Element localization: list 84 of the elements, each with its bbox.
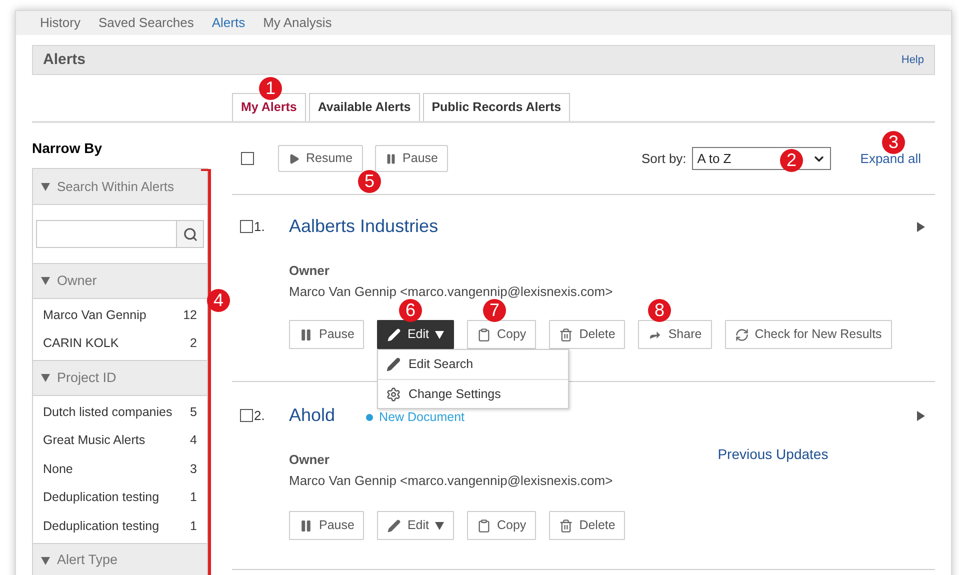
filter-group-title: Alert Type <box>57 551 118 570</box>
filter-count: 2 <box>190 335 197 352</box>
refresh-icon <box>734 328 749 342</box>
filter-item[interactable]: CARIN KOLK 2 <box>33 330 207 358</box>
filter-count: 4 <box>190 432 197 450</box>
filter-group-title: Project ID <box>57 368 116 387</box>
action-button[interactable]: Edit <box>377 511 454 540</box>
menu-item[interactable]: Edit Search <box>378 350 568 379</box>
filter-count: 1 <box>190 518 197 535</box>
action-button[interactable]: Pause <box>289 511 364 540</box>
triangle-down-icon <box>41 374 50 382</box>
action-button[interactable]: Check for New Results <box>724 320 892 349</box>
filter-item[interactable]: Great Music Alerts 4 <box>33 426 207 455</box>
filter-item[interactable]: Dutch listed companies 5 <box>33 398 207 426</box>
toolbar-button[interactable]: Resume <box>278 145 363 172</box>
pause-icon <box>384 152 397 164</box>
search-field[interactable] <box>36 220 204 248</box>
action-button[interactable]: Copy <box>467 320 536 349</box>
filter-item[interactable]: None 3 <box>33 455 207 484</box>
pencil-icon <box>386 357 402 372</box>
alert-number: 1. <box>254 218 266 236</box>
action-button[interactable]: Delete <box>549 320 626 349</box>
action-button[interactable]: Share <box>638 320 712 349</box>
action-button[interactable]: Delete <box>549 511 626 540</box>
filter-count: 5 <box>190 404 197 421</box>
caret-icon <box>435 522 444 530</box>
pause-icon <box>299 518 313 532</box>
alert-title-link[interactable]: Aalberts Industries <box>289 213 438 240</box>
trash-icon <box>559 518 574 532</box>
action-button[interactable]: Copy <box>467 511 536 540</box>
action-button[interactable]: Pause <box>289 320 364 349</box>
toolbar-button[interactable]: Pause <box>374 145 448 172</box>
nav-link[interactable]: My Analysis <box>263 13 332 33</box>
clipboard-icon <box>477 518 491 532</box>
tab[interactable]: Available Alerts <box>308 93 420 121</box>
filter-item[interactable]: Marco Van Gennip 12 <box>33 301 207 330</box>
clipboard-icon <box>477 328 491 342</box>
pencil-icon <box>387 328 402 342</box>
trash-icon <box>559 328 574 342</box>
owner-text: Marco Van Gennip <marco.vangennip@lexisnexis.com> <box>289 282 613 301</box>
alert-title-link[interactable]: Ahold <box>289 402 336 429</box>
alert-number: 2. <box>254 406 266 425</box>
triangle-down-icon <box>41 182 50 190</box>
search-button[interactable] <box>176 221 203 247</box>
play-icon <box>288 152 300 164</box>
filter-group-title: Owner <box>57 272 97 290</box>
menu-item[interactable]: Change Settings <box>378 379 568 408</box>
filter-group-header[interactable]: Search Within Alerts <box>33 169 207 205</box>
action-button[interactable]: Edit <box>377 320 454 349</box>
gear-icon <box>386 386 402 402</box>
help-link[interactable]: Help <box>901 52 924 68</box>
nav-link[interactable]: Saved Searches <box>98 13 194 33</box>
narrow-by-heading: Narrow By <box>32 139 104 158</box>
owner-text: Marco Van Gennip <marco.vangennip@lexisnexis.com> <box>289 472 613 490</box>
owner-label: Owner <box>289 451 330 469</box>
filter-item[interactable]: Deduplication testing 1 <box>33 484 207 512</box>
sort-label: Sort by: <box>641 150 686 168</box>
pencil-icon <box>387 518 402 532</box>
filter-group-header[interactable]: Owner <box>33 263 207 299</box>
new-document-label: New Document <box>379 408 464 426</box>
checkbox[interactable] <box>240 409 253 422</box>
triangle-down-icon <box>41 277 50 285</box>
nav-link[interactable]: History <box>40 13 80 33</box>
search-icon <box>182 226 198 242</box>
filter-count: 1 <box>190 489 197 506</box>
previous-updates-link[interactable]: Previous Updates <box>718 444 828 490</box>
nav-link[interactable]: Alerts <box>212 13 246 33</box>
triangle-right-icon <box>917 222 925 232</box>
filter-group-title: Search Within Alerts <box>57 178 174 196</box>
filter-count: 12 <box>183 306 197 324</box>
checkbox[interactable] <box>240 220 253 233</box>
page-title: Alerts <box>43 50 86 70</box>
checkbox[interactable] <box>241 152 254 165</box>
pause-icon <box>299 328 313 342</box>
filter-count: 3 <box>190 460 197 478</box>
tab[interactable]: My Alerts <box>232 93 306 121</box>
filter-group-header[interactable]: Project ID <box>33 360 207 396</box>
filter-group-header[interactable]: Alert Type <box>33 542 207 575</box>
caret-icon <box>435 330 444 338</box>
triangle-down-icon <box>41 556 50 564</box>
owner-label: Owner <box>289 262 330 280</box>
tab[interactable]: Public Records Alerts <box>422 93 570 121</box>
filter-item[interactable]: Deduplication testing 1 <box>33 512 207 540</box>
triangle-right-icon <box>917 410 925 420</box>
